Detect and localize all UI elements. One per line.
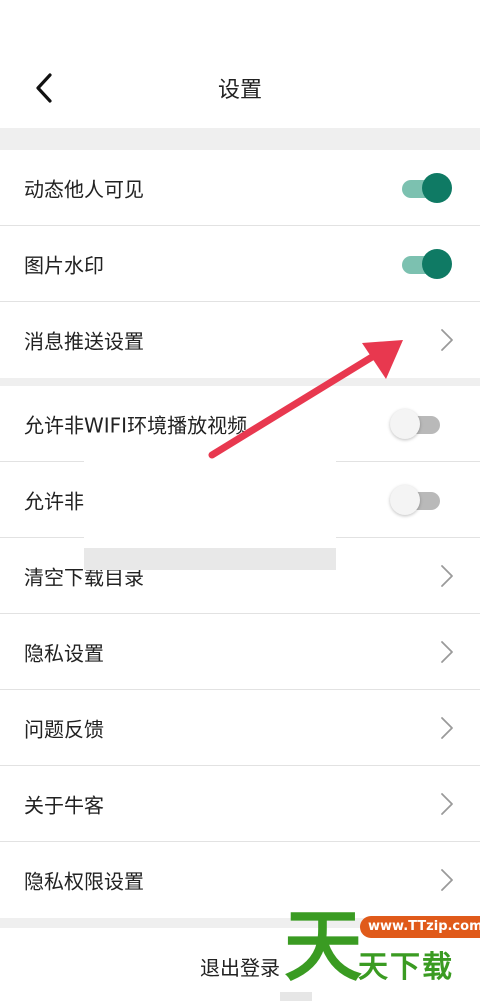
setting-row-privacy[interactable]: 隐私设置 <box>0 614 480 690</box>
settings-screen: 设置 动态他人可见 图片水印 消息推送设置 允许非WIFI环境播放视频 允许非 <box>0 0 480 1001</box>
watermark-big-char: 天 <box>284 902 363 992</box>
toggle-knob <box>390 408 420 439</box>
chevron-right-icon <box>441 869 453 891</box>
toggle-knob <box>422 172 452 203</box>
setting-row-about[interactable]: 关于牛客 <box>0 766 480 842</box>
section-divider <box>0 378 480 386</box>
dynamic-visible-toggle[interactable] <box>402 170 452 206</box>
setting-label: 图片水印 <box>24 253 104 277</box>
setting-label: 隐私权限设置 <box>24 869 144 894</box>
toggle-knob <box>390 484 420 515</box>
non-wifi-other-toggle[interactable] <box>390 483 440 517</box>
setting-label: 动态他人可见 <box>24 177 144 201</box>
chevron-right-icon <box>441 564 453 587</box>
setting-row-feedback[interactable]: 问题反馈 <box>0 690 480 766</box>
setting-row-image-watermark[interactable]: 图片水印 <box>0 226 480 302</box>
setting-row-push-settings[interactable]: 消息推送设置 <box>0 302 480 378</box>
setting-label: 允许非 <box>24 489 84 513</box>
non-wifi-video-toggle[interactable] <box>390 407 440 441</box>
home-indicator <box>280 992 312 1001</box>
section-divider <box>0 128 480 150</box>
redaction-bar <box>84 548 336 570</box>
watermark-url: www.TTzip.com <box>360 916 480 938</box>
setting-label: 消息推送设置 <box>24 329 144 354</box>
setting-label: 问题反馈 <box>24 717 104 741</box>
app-header: 设置 <box>0 0 480 128</box>
setting-label: 允许非WIFI环境播放视频 <box>24 413 248 437</box>
chevron-right-icon <box>441 640 453 663</box>
setting-row-dynamic-visible[interactable]: 动态他人可见 <box>0 150 480 226</box>
image-watermark-toggle[interactable] <box>402 246 452 282</box>
chevron-right-icon <box>441 792 453 815</box>
toggle-knob <box>422 248 452 279</box>
setting-label: 隐私设置 <box>24 641 104 665</box>
page-title: 设置 <box>217 78 262 103</box>
chevron-right-icon <box>441 329 453 351</box>
setting-label: 关于牛客 <box>24 793 104 817</box>
chevron-right-icon <box>441 716 453 739</box>
site-watermark: 天 www.TTzip.com 天下载 <box>282 902 480 1001</box>
watermark-text: 天下载 <box>358 950 454 985</box>
